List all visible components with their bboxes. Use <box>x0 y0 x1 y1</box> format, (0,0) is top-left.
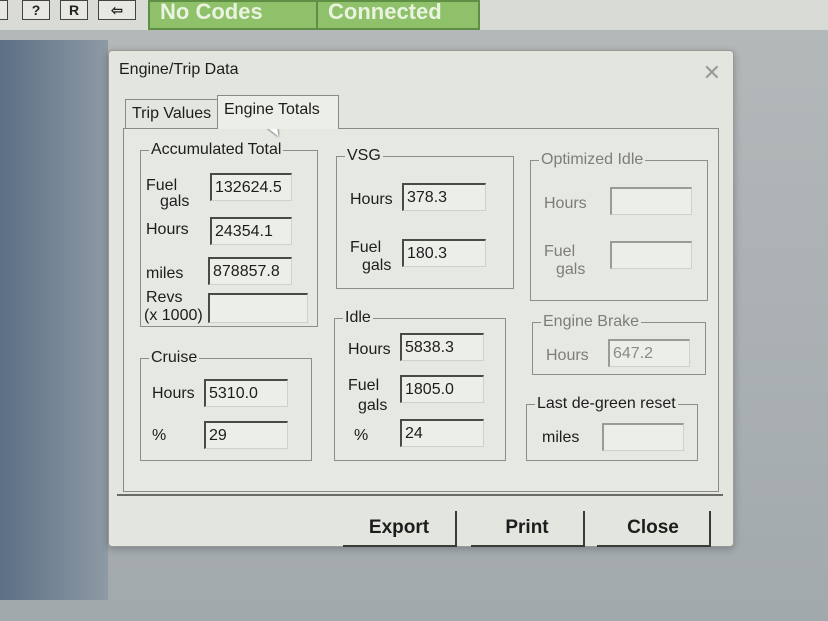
back-arrow-icon[interactable]: ⇦ <box>98 0 136 20</box>
help-button[interactable]: ? <box>22 0 50 20</box>
print-button[interactable]: Print <box>471 511 585 547</box>
engine-totals-panel: Accumulated Total Fuel gals 132624.5 Hou… <box>123 128 719 492</box>
idle-legend: Idle <box>345 309 371 326</box>
cruise-pct-label: % <box>152 427 167 444</box>
opt-fuel-label: Fuel <box>544 243 576 260</box>
accum-miles-field[interactable]: 878857.8 <box>208 257 292 285</box>
reset-button[interactable]: R <box>60 0 88 20</box>
idle-hours-label: Hours <box>348 341 391 358</box>
cruise-pct-field[interactable]: 29 <box>204 421 288 449</box>
close-button[interactable]: Close <box>597 511 711 547</box>
brake-hours-label: Hours <box>546 347 589 364</box>
tab-engine-totals[interactable]: Engine Totals <box>217 95 339 129</box>
idle-fuel-field[interactable]: 1805.0 <box>400 375 484 403</box>
revs-label: Revs <box>146 289 183 306</box>
desktop-left-panel <box>0 40 108 600</box>
hours-label: Hours <box>146 221 189 238</box>
idle-hours-field[interactable]: 5838.3 <box>400 333 484 361</box>
accum-hours-field[interactable]: 24354.1 <box>210 217 292 245</box>
degreen-miles-field[interactable] <box>602 423 684 451</box>
opt-gals-label: gals <box>556 261 586 278</box>
accumulated-total-legend: Accumulated Total <box>151 141 282 158</box>
engine-trip-dialog: Engine/Trip Data ✕ Trip Values Engine To… <box>108 50 734 547</box>
connection-status-badge: Connected <box>316 0 480 30</box>
revs-unit-label: (x 1000) <box>144 307 203 324</box>
gals-label: gals <box>160 193 190 210</box>
vsg-fuel-label: Fuel <box>350 239 382 256</box>
opt-fuel-field[interactable] <box>610 241 692 269</box>
dialog-title: Engine/Trip Data <box>119 61 239 78</box>
vsg-hours-label: Hours <box>350 191 393 208</box>
vsg-hours-field[interactable]: 378.3 <box>402 183 486 211</box>
opt-hours-label: Hours <box>544 195 587 212</box>
engine-brake-legend: Engine Brake <box>543 313 640 330</box>
toolbar-button-partial[interactable] <box>0 0 8 20</box>
export-button[interactable]: Export <box>343 511 457 547</box>
codes-status-badge: No Codes <box>148 0 318 30</box>
idle-gals-label: gals <box>358 397 388 414</box>
cruise-legend: Cruise <box>151 349 198 366</box>
degreen-miles-label: miles <box>542 429 580 446</box>
vsg-legend: VSG <box>347 147 381 164</box>
idle-fuel-label: Fuel <box>348 377 380 394</box>
app-toolbar: ? R ⇦ No Codes Connected <box>0 0 828 30</box>
accum-revs-field[interactable] <box>208 293 308 323</box>
vsg-gals-label: gals <box>362 257 392 274</box>
miles-label: miles <box>146 265 184 282</box>
optimized-idle-legend: Optimized Idle <box>541 151 644 168</box>
accum-fuel-field[interactable]: 132624.5 <box>210 173 292 201</box>
degreen-legend: Last de-green reset <box>537 395 676 412</box>
opt-hours-field[interactable] <box>610 187 692 215</box>
cruise-hours-field[interactable]: 5310.0 <box>204 379 288 407</box>
close-icon[interactable]: ✕ <box>703 62 721 84</box>
idle-pct-label: % <box>354 427 369 444</box>
vsg-fuel-field[interactable]: 180.3 <box>402 239 486 267</box>
tab-trip-values[interactable]: Trip Values <box>125 99 225 128</box>
idle-pct-field[interactable]: 24 <box>400 419 484 447</box>
cruise-hours-label: Hours <box>152 385 195 402</box>
dialog-separator <box>117 494 723 496</box>
brake-hours-field[interactable]: 647.2 <box>608 339 690 367</box>
